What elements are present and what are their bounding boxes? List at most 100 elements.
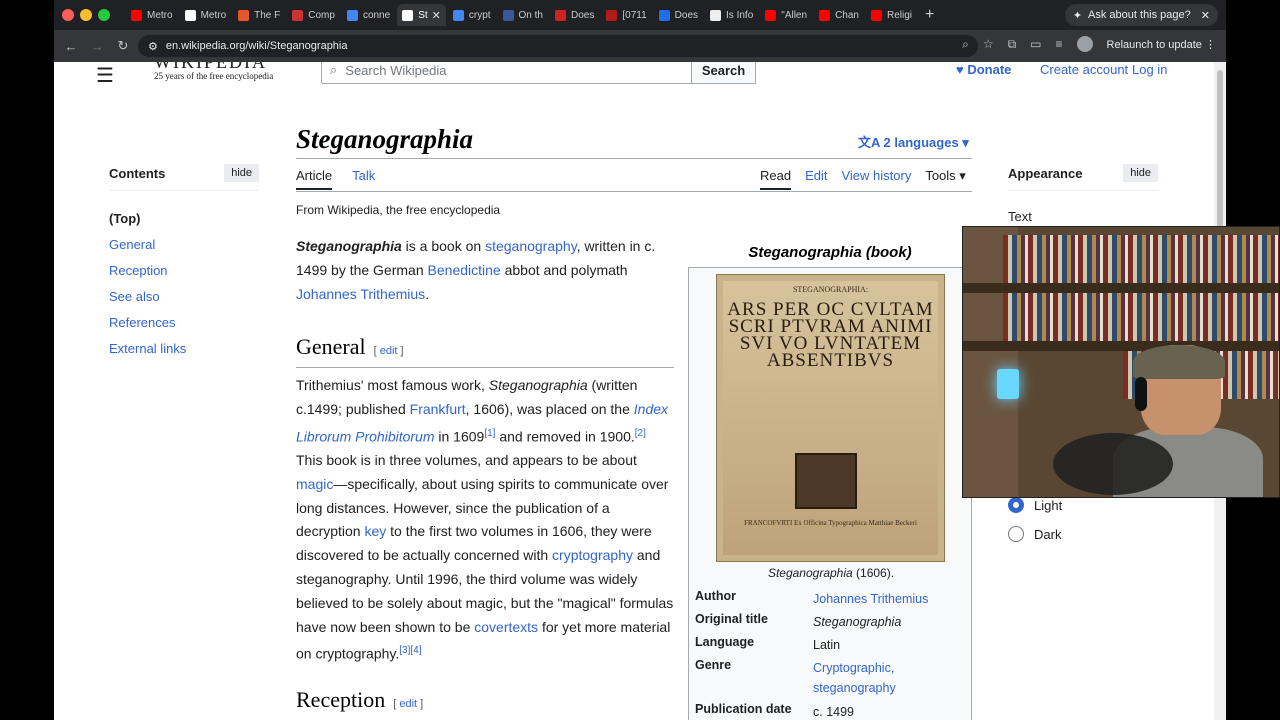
link-index-librorum[interactable]: Index Librorum Prohibitorum: [296, 401, 668, 444]
link-covertexts[interactable]: covertexts: [474, 619, 538, 635]
tab-favicon-icon: [710, 9, 722, 21]
link-benedictine[interactable]: Benedictine: [428, 262, 501, 278]
relaunch-label: Relaunch to update: [1106, 38, 1202, 51]
search-placeholder: Search Wikipedia: [345, 62, 447, 78]
table-of-contents: Contents hide (Top) General Reception Se…: [109, 164, 259, 356]
book-title-page-image[interactable]: STEGANOGRAPHIA: ARS PER OC CVLTAM SCRI P…: [716, 274, 945, 562]
tab-label: The F: [254, 9, 281, 21]
edit-general-link[interactable]: edit: [380, 345, 398, 357]
bookmark-star-icon[interactable]: ☆: [983, 37, 994, 51]
tab-edit[interactable]: Edit: [805, 168, 827, 190]
maximize-window-icon[interactable]: [98, 9, 110, 21]
create-account-link[interactable]: Create account: [1040, 62, 1128, 77]
zoom-icon[interactable]: ⌕: [962, 37, 969, 52]
browser-tab[interactable]: conne: [342, 4, 395, 26]
new-tab-icon[interactable]: +: [925, 6, 934, 24]
search-button[interactable]: Search: [691, 62, 756, 84]
search-input[interactable]: ⌕ Search Wikipedia: [321, 62, 693, 84]
image-big-title: ARS PER OC CVLTAM SCRI PTVRAM ANIMI SVI …: [727, 299, 934, 371]
toc-title: Contents: [109, 165, 166, 181]
tab-label: Metro: [147, 9, 173, 21]
close-window-icon[interactable]: [62, 9, 74, 21]
close-tab-icon[interactable]: ✕: [432, 9, 441, 22]
tools-label: Tools: [925, 168, 956, 183]
language-button[interactable]: 文A 2 languages ▾: [858, 132, 969, 151]
main-menu-icon[interactable]: ☰: [96, 63, 114, 88]
browser-tab[interactable]: "Allen: [760, 4, 812, 26]
browser-tab[interactable]: [0711: [601, 4, 651, 26]
tab-label: "Allen: [781, 9, 808, 21]
lead-paragraph: Steganographia is a book on steganograph…: [296, 238, 656, 302]
webcam-person-cap: [1133, 345, 1225, 379]
toc-header: Contents hide: [109, 164, 259, 191]
tab-label: crypt: [468, 9, 491, 21]
edit-reception-link[interactable]: edit: [399, 698, 417, 710]
browser-tab[interactable]: Religi: [866, 4, 917, 26]
infobox-row-language: Language Latin: [695, 635, 840, 652]
link-genre[interactable]: Cryptographic, steganography: [813, 661, 896, 695]
toc-item-references[interactable]: References: [109, 315, 259, 330]
link-steganography[interactable]: steganography: [485, 238, 577, 254]
figure-caption-rest: (1606).: [852, 566, 895, 580]
wikipedia-logo[interactable]: WIKIPEDIA 25 years of the free encyclope…: [154, 62, 273, 81]
link-cryptography[interactable]: cryptography: [552, 547, 633, 563]
browser-tab[interactable]: crypt: [448, 4, 496, 26]
tab-favicon-icon: [870, 9, 882, 21]
toc-item-external-links[interactable]: External links: [109, 341, 259, 356]
close-icon[interactable]: ✕: [1201, 9, 1210, 22]
tab-favicon-icon: [819, 9, 831, 21]
cast-icon[interactable]: ▭: [1030, 37, 1041, 51]
reload-icon[interactable]: ↻: [110, 38, 136, 54]
log-in-link[interactable]: Log in: [1132, 62, 1167, 77]
relaunch-button[interactable]: Relaunch to update ⋮: [1107, 38, 1216, 51]
appearance-hide-button[interactable]: hide: [1123, 164, 1158, 182]
heading-reception-text: Reception: [296, 687, 386, 712]
tools-dropdown[interactable]: Tools ▾: [925, 168, 966, 190]
tab-article[interactable]: Article: [296, 168, 333, 190]
toc-item-general[interactable]: General: [109, 237, 259, 252]
profile-avatar[interactable]: [1076, 36, 1093, 52]
back-icon[interactable]: ←: [58, 39, 84, 54]
tab-view-history[interactable]: View history: [841, 168, 911, 190]
browser-tab[interactable]: Does: [550, 4, 599, 26]
tab-talk[interactable]: Talk: [352, 168, 375, 190]
tab-read[interactable]: Read: [760, 168, 792, 190]
address-bar[interactable]: ⚙ en.wikipedia.org/wiki/Steganographia: [138, 35, 978, 57]
browser-tab[interactable]: Metro: [126, 4, 178, 26]
browser-tab[interactable]: Metro: [180, 4, 232, 26]
color-light-radio[interactable]: Light: [1008, 497, 1062, 513]
browser-tab[interactable]: Comp: [287, 4, 340, 26]
browser-tab[interactable]: St ✕: [397, 4, 446, 26]
citation-1[interactable]: [1]: [484, 428, 495, 439]
tab-label: conne: [362, 9, 391, 21]
browser-tab[interactable]: Chan: [814, 4, 864, 26]
forward-icon[interactable]: →: [84, 39, 110, 54]
link-magic[interactable]: magic: [296, 476, 333, 492]
tab-favicon-icon: [502, 9, 514, 21]
color-dark-radio[interactable]: Dark: [1008, 526, 1061, 542]
link-frankfurt[interactable]: Frankfurt: [410, 401, 466, 417]
citation-2[interactable]: [2]: [635, 428, 646, 439]
donate-link[interactable]: ♥ Donate: [956, 62, 1011, 77]
search-icon: ⌕: [330, 62, 338, 77]
minimize-window-icon[interactable]: [80, 9, 92, 21]
toc-item-see-also[interactable]: See also: [109, 289, 259, 304]
browser-tab[interactable]: Does: [654, 4, 703, 26]
figure-caption-title: Steganographia: [767, 566, 853, 580]
link-author[interactable]: Johannes Trithemius: [813, 592, 928, 606]
ask-about-page-button[interactable]: ✦ Ask about this page? ✕: [1064, 4, 1218, 26]
extensions-icon[interactable]: ⧉: [1008, 37, 1017, 52]
toc-hide-button[interactable]: hide: [224, 164, 259, 182]
tab-favicon-icon: [292, 9, 304, 21]
browser-tab[interactable]: The F: [233, 4, 285, 26]
browser-tab[interactable]: On th: [498, 4, 548, 26]
link-key[interactable]: key: [364, 523, 386, 539]
citation-3-4[interactable]: [3][4]: [399, 645, 421, 656]
toc-item-top[interactable]: (Top): [109, 211, 259, 226]
link-johannes-trithemius[interactable]: Johannes Trithemius: [296, 286, 425, 302]
browser-tab[interactable]: Is Info: [705, 4, 758, 26]
row-label: Language: [695, 635, 755, 649]
toc-item-reception[interactable]: Reception: [109, 263, 259, 278]
reading-list-icon[interactable]: ≡: [1056, 37, 1063, 51]
site-info-icon[interactable]: ⚙: [148, 40, 158, 53]
